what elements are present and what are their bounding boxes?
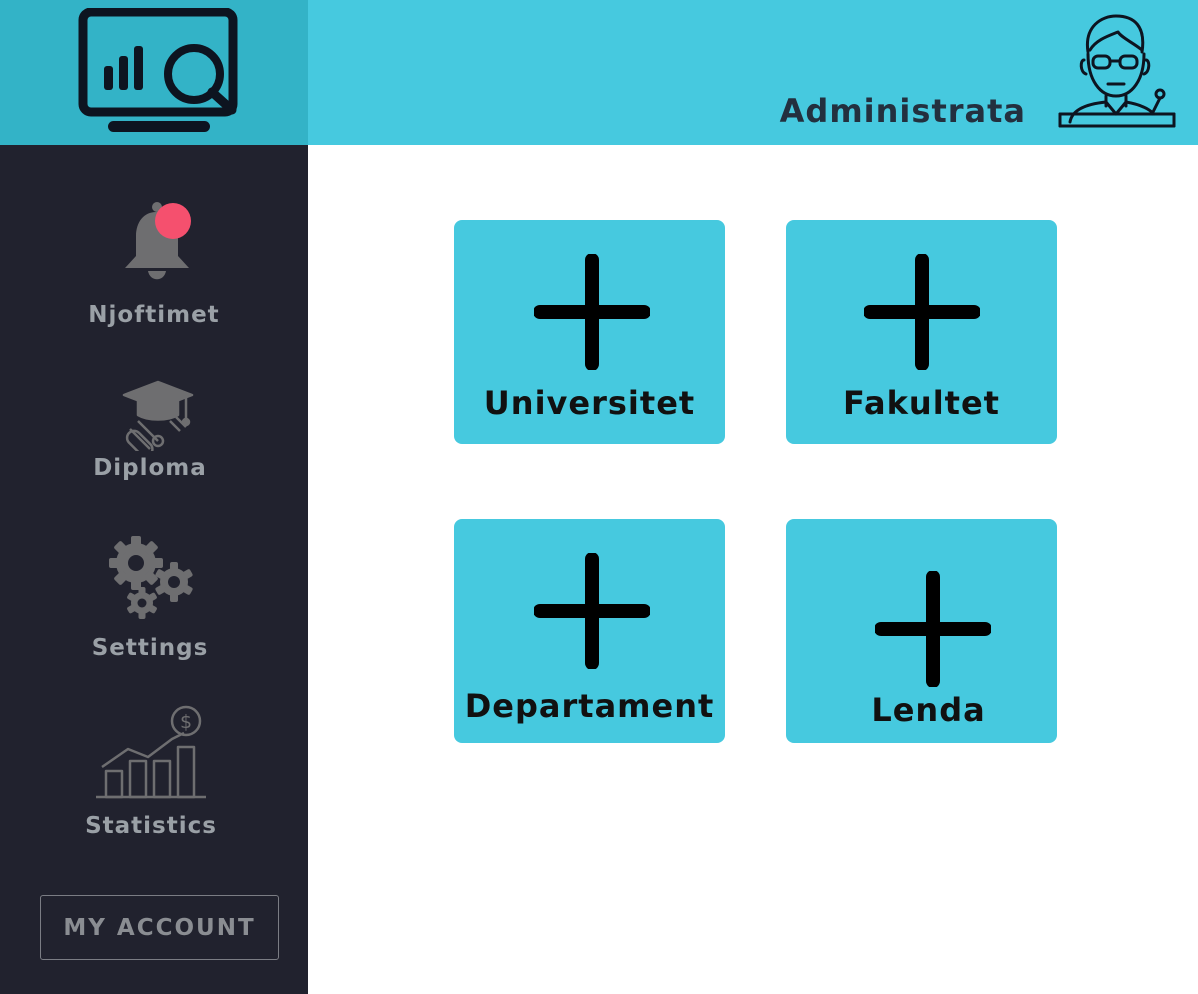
tile-label: Departament: [464, 687, 715, 725]
app-root: Administrata Njoftimet Diploma Settings …: [0, 0, 1198, 994]
logo[interactable]: [0, 0, 308, 145]
user-role-label: Administrata: [779, 92, 1026, 130]
graduation-cap-icon: [122, 380, 194, 451]
svg-text:$: $: [180, 711, 192, 733]
add-departament-tile[interactable]: Departament: [454, 519, 725, 743]
notification-badge: [155, 203, 191, 239]
sidebar: Njoftimet Diploma Settings $ Statistics …: [0, 145, 308, 994]
plus-icon: [875, 571, 991, 687]
tile-label: Fakultet: [843, 384, 1000, 422]
sidebar-item-label: Njoftimet: [88, 302, 220, 328]
sidebar-item-label: Settings: [91, 635, 209, 661]
tile-label: Universitet: [483, 384, 696, 422]
bell-icon: [125, 202, 191, 280]
top-header: Administrata: [308, 0, 1198, 145]
sidebar-item-njoftimet[interactable]: Njoftimet: [0, 200, 308, 335]
sidebar-item-settings[interactable]: Settings: [0, 535, 308, 670]
tile-label: Lenda: [871, 691, 986, 729]
admin-avatar-icon[interactable]: [1056, 10, 1176, 130]
gears-icon: [109, 536, 193, 619]
plus-icon: [534, 254, 650, 370]
sidebar-item-label: Statistics: [85, 813, 217, 839]
plus-icon: [864, 254, 980, 370]
analytics-monitor-icon: [78, 8, 238, 132]
my-account-button[interactable]: MY ACCOUNT: [40, 895, 279, 960]
plus-icon: [534, 553, 650, 669]
sidebar-item-statistics[interactable]: $ Statistics: [0, 705, 308, 845]
sidebar-item-label: Diploma: [93, 455, 207, 481]
sidebar-item-diploma[interactable]: Diploma: [0, 377, 308, 487]
statistics-icon: $: [96, 705, 206, 799]
add-fakultet-tile[interactable]: Fakultet: [786, 220, 1057, 444]
add-lenda-tile[interactable]: Lenda: [786, 519, 1057, 743]
add-universitet-tile[interactable]: Universitet: [454, 220, 725, 444]
